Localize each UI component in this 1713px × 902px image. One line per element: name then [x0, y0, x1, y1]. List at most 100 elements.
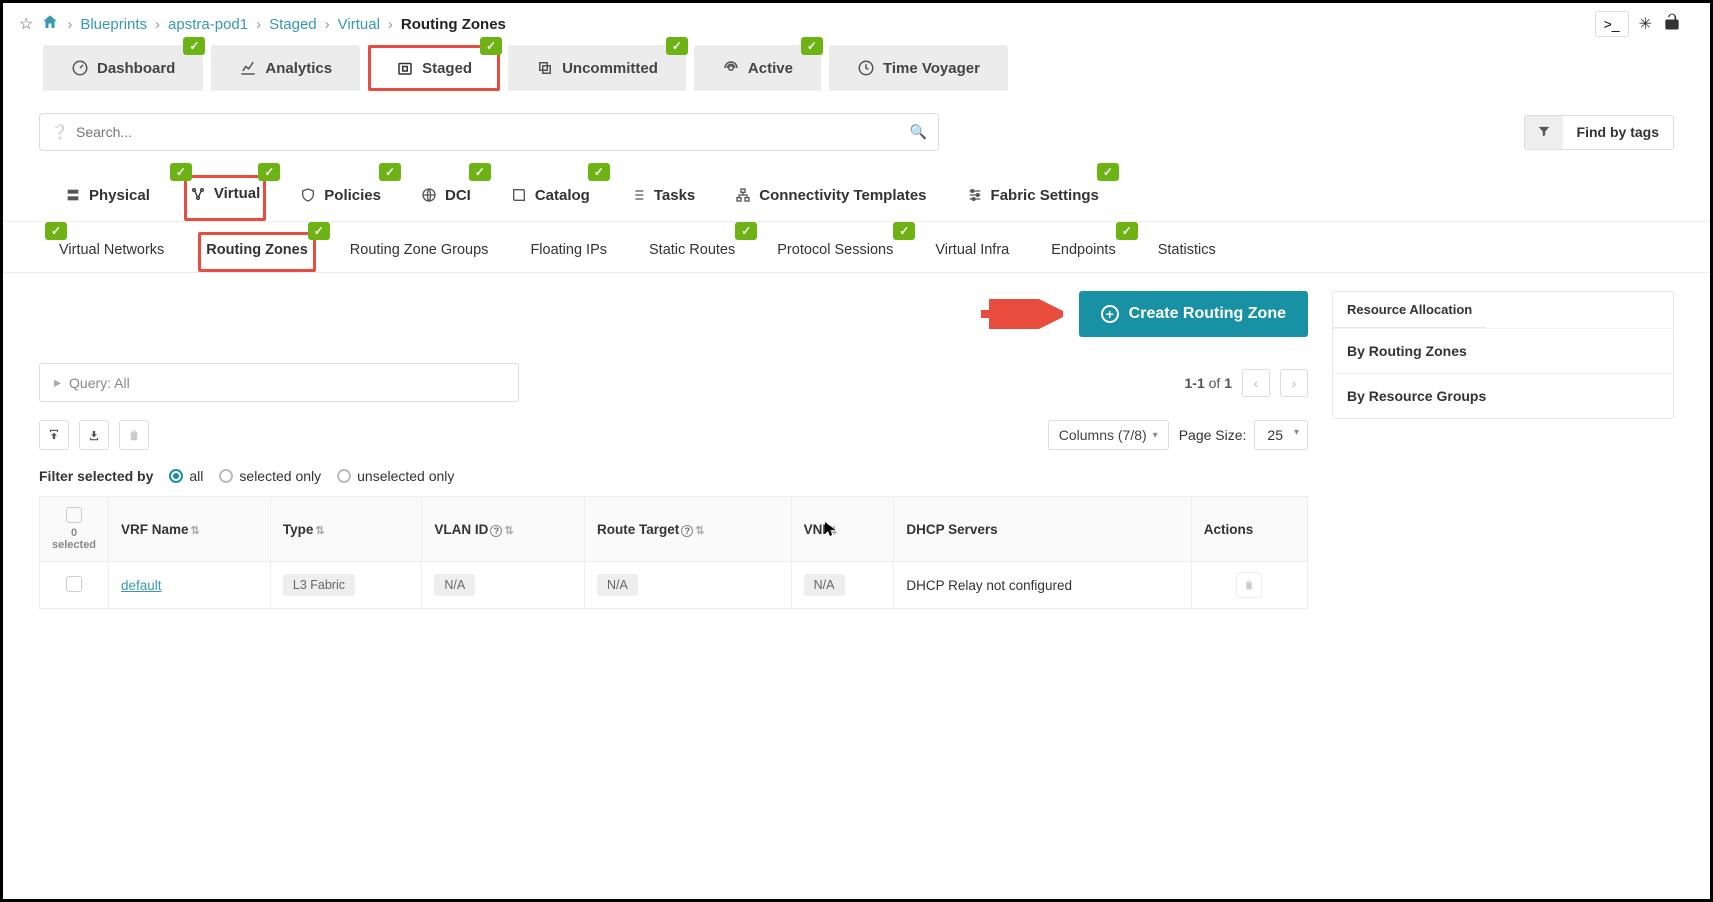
- select-all-checkbox[interactable]: [66, 507, 82, 523]
- subtab2-static-routes[interactable]: Static Routes: [641, 232, 743, 272]
- status-badge: [666, 37, 688, 55]
- content: + Create Routing Zone ▸ Query: All 1-1 o…: [3, 273, 1710, 627]
- subtab-dci[interactable]: DCI: [415, 175, 477, 221]
- col-dhcp: DHCP Servers: [894, 497, 1191, 562]
- tab-time-voyager[interactable]: Time Voyager: [829, 45, 1008, 91]
- filter-row: Filter selected by all selected only uns…: [39, 468, 1308, 484]
- bug-icon[interactable]: ✳: [1639, 14, 1652, 34]
- home-icon[interactable]: [41, 13, 59, 35]
- subtabs-level-1: Physical Virtual Policies DCI Catalog Ta…: [3, 169, 1710, 222]
- subtab2-routing-zones[interactable]: Routing Zones: [198, 232, 316, 272]
- breadcrumb-sep: ›: [67, 16, 72, 33]
- table-row: default L3 Fabric N/A N/A N/A DHCP Relay…: [40, 562, 1308, 609]
- filter-label: Filter selected by: [39, 468, 153, 484]
- side-item-by-routing-zones[interactable]: By Routing Zones: [1333, 328, 1673, 373]
- topbar: ☆ › Blueprints › apstra-pod1 › Staged › …: [3, 3, 1710, 45]
- chart-line-icon: [239, 59, 257, 77]
- columns-selector[interactable]: Columns (7/8) ▾: [1048, 420, 1169, 450]
- status-badge: [45, 222, 67, 240]
- subtab2-floating-ips[interactable]: Floating IPs: [522, 232, 615, 272]
- export-button[interactable]: [79, 420, 109, 450]
- help-icon[interactable]: ?: [681, 525, 693, 537]
- status-badge: [1097, 163, 1119, 181]
- favorite-star-icon[interactable]: ☆: [19, 14, 33, 34]
- vrf-link[interactable]: default: [121, 578, 162, 593]
- breadcrumb-virtual[interactable]: Virtual: [338, 16, 380, 33]
- tab-active[interactable]: Active: [694, 45, 821, 91]
- topbar-actions: >_ ✳: [1595, 11, 1694, 37]
- prev-page-button[interactable]: ‹: [1242, 369, 1270, 397]
- delete-button[interactable]: [119, 420, 149, 450]
- status-badge: [183, 37, 205, 55]
- tab-analytics[interactable]: Analytics: [211, 45, 360, 91]
- share-nodes-icon: [190, 186, 206, 202]
- find-by-tags-label: Find by tags: [1563, 116, 1673, 148]
- side-item-by-resource-groups[interactable]: By Resource Groups: [1333, 373, 1673, 418]
- main-tabs: Dashboard Analytics Staged Uncommitted A…: [3, 45, 1710, 91]
- terminal-button[interactable]: >_: [1595, 11, 1629, 37]
- subtab2-virtual-infra[interactable]: Virtual Infra: [927, 232, 1017, 272]
- vlan-pill: N/A: [434, 574, 475, 596]
- box-locked-icon: [396, 59, 414, 77]
- tab-uncommitted[interactable]: Uncommitted: [508, 45, 686, 91]
- find-by-tags[interactable]: Find by tags: [1524, 115, 1674, 150]
- col-vlan-id[interactable]: VLAN ID?⇅: [422, 497, 585, 562]
- breadcrumb-current: Routing Zones: [401, 16, 506, 33]
- breadcrumb-pod[interactable]: apstra-pod1: [168, 16, 248, 33]
- row-delete-button[interactable]: [1236, 572, 1262, 598]
- subtab-tasks[interactable]: Tasks: [624, 175, 701, 221]
- breadcrumb-staged[interactable]: Staged: [269, 16, 317, 33]
- subtab-fabric-settings[interactable]: Fabric Settings: [961, 175, 1105, 221]
- col-vrf-name[interactable]: VRF Name⇅: [109, 497, 271, 562]
- filter-radio-unselected[interactable]: unselected only: [337, 468, 454, 484]
- search-wrap: ❔ 🔍: [39, 113, 939, 151]
- query-box[interactable]: ▸ Query: All: [39, 363, 519, 402]
- shield-icon: [300, 187, 316, 203]
- col-type[interactable]: Type⇅: [270, 497, 422, 562]
- table-toolbar: Columns (7/8) ▾ Page Size: 25: [39, 420, 1308, 450]
- history-icon: [857, 59, 875, 77]
- subtab-physical[interactable]: Physical: [59, 175, 156, 221]
- col-vni[interactable]: VNI⇅: [791, 497, 894, 562]
- main-column: + Create Routing Zone ▸ Query: All 1-1 o…: [39, 291, 1308, 609]
- import-button[interactable]: [39, 420, 69, 450]
- status-badge: [469, 163, 491, 181]
- breadcrumb-blueprints[interactable]: Blueprints: [80, 16, 147, 33]
- sliders-icon: [967, 187, 983, 203]
- subtab2-routing-zone-groups[interactable]: Routing Zone Groups: [342, 232, 497, 272]
- radar-icon: [722, 59, 740, 77]
- subtab2-statistics[interactable]: Statistics: [1150, 232, 1224, 272]
- search-input[interactable]: [39, 113, 939, 151]
- status-badge: [308, 222, 330, 240]
- side-panel-tab[interactable]: Resource Allocation: [1333, 292, 1486, 328]
- subtab2-virtual-networks[interactable]: Virtual Networks: [51, 232, 172, 272]
- subtab-catalog[interactable]: Catalog: [505, 175, 596, 221]
- sitemap-icon: [735, 187, 751, 203]
- tab-staged[interactable]: Staged: [368, 45, 500, 91]
- select-all-header: 0 selected: [40, 497, 109, 562]
- unlock-icon[interactable]: [1662, 12, 1682, 37]
- book-icon: [511, 187, 527, 203]
- subtab-virtual[interactable]: Virtual: [184, 175, 266, 221]
- page-size-select[interactable]: 25: [1254, 420, 1308, 450]
- status-badge: [1116, 222, 1138, 240]
- help-icon[interactable]: ?: [490, 525, 502, 537]
- create-routing-zone-button[interactable]: + Create Routing Zone: [1079, 291, 1308, 337]
- subtab-policies[interactable]: Policies: [294, 175, 387, 221]
- status-badge: [893, 222, 915, 240]
- next-page-button[interactable]: ›: [1280, 369, 1308, 397]
- col-route-target[interactable]: Route Target?⇅: [584, 497, 791, 562]
- tab-dashboard[interactable]: Dashboard: [43, 45, 203, 91]
- subtab2-endpoints[interactable]: Endpoints: [1043, 232, 1124, 272]
- subtab-connectivity-templates[interactable]: Connectivity Templates: [729, 175, 932, 221]
- vni-pill: N/A: [804, 574, 845, 596]
- subtab2-protocol-sessions[interactable]: Protocol Sessions: [769, 232, 901, 272]
- status-badge: [801, 37, 823, 55]
- type-pill: L3 Fabric: [283, 574, 355, 596]
- search-icon[interactable]: 🔍: [910, 124, 927, 141]
- pagination: 1-1 of 1 ‹ ›: [1185, 369, 1309, 397]
- filter-radio-selected[interactable]: selected only: [219, 468, 321, 484]
- row-checkbox[interactable]: [66, 576, 82, 592]
- filter-radio-all[interactable]: all: [169, 468, 203, 484]
- status-badge: [170, 163, 192, 181]
